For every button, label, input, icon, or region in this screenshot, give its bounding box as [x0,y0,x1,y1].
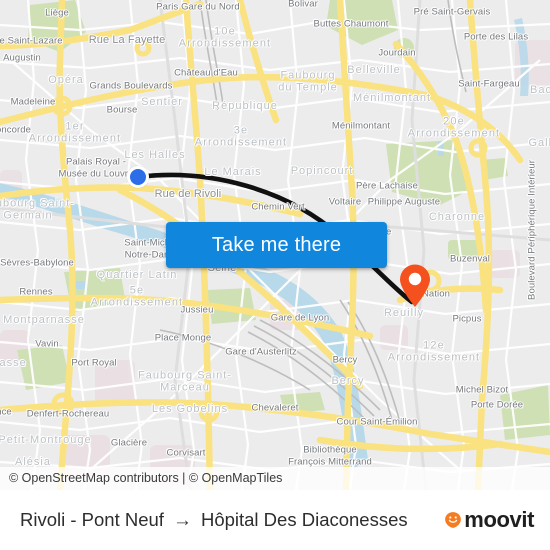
map-pin-icon [400,264,430,307]
destination-stop-name: Hôpital Des Diaconesses [200,509,408,530]
destination-marker[interactable] [398,264,432,308]
origin-marker[interactable] [127,166,149,188]
take-me-there-button[interactable]: Take me there [166,222,387,268]
map-attribution: © OpenStreetMap contributors | © OpenMap… [0,467,550,490]
route-footer-bar: Rivoli - Pont Neuf → Hôpital Des Diacone… [0,490,550,550]
moovit-logo[interactable]: moovit [444,507,534,533]
origin-stop-name: Rivoli - Pont Neuf [20,509,164,530]
route-summary: Rivoli - Pont Neuf → Hôpital Des Diacone… [20,509,444,531]
moovit-wordmark: moovit [464,507,534,532]
arrow-right-icon: → [172,509,192,531]
moovit-route-screen: Liège Paris Gare du Nord Bolivar Buttes Cha… [0,0,550,550]
map-canvas[interactable]: Liège Paris Gare du Nord Bolivar Buttes Cha… [0,0,550,490]
moovit-blob-icon [445,512,462,528]
